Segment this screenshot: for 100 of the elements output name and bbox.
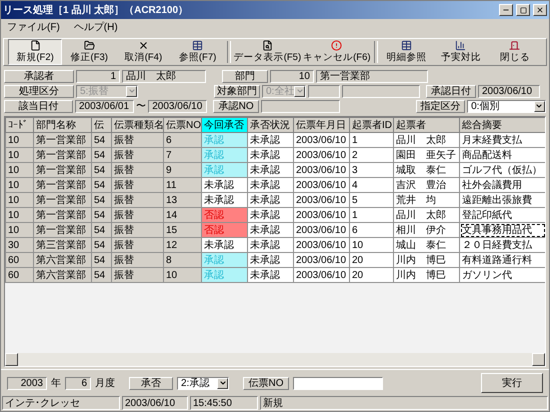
table-cell: 未承認 xyxy=(202,238,248,252)
table-cell: 10 xyxy=(350,238,394,252)
toolbar-button[interactable]: 明細参照 xyxy=(380,39,434,65)
year-unit: 年 xyxy=(51,377,61,390)
table-cell: 2003/06/10 xyxy=(294,222,350,238)
approval-no-field[interactable] xyxy=(260,100,340,112)
menu-item[interactable]: ファイル(F) xyxy=(7,20,60,34)
status-pane: 2003/06/10 xyxy=(122,396,188,410)
table-cell: ２０日経費支払 xyxy=(460,238,545,252)
table-cell: 未承認 xyxy=(202,192,248,208)
table-cell: 60 xyxy=(6,252,34,268)
toolbar-button[interactable]: 修正(F3) xyxy=(62,39,116,65)
field-label: 対象部門 xyxy=(214,84,260,98)
table-cell: 月末経費支払 xyxy=(460,132,545,148)
column-header[interactable]: 起票者ID xyxy=(350,118,394,132)
table-cell: 14 xyxy=(164,208,202,222)
column-header[interactable]: 伝 xyxy=(92,118,112,132)
department-code-field[interactable]: 10 xyxy=(270,70,314,82)
toolbar-button[interactable]: 閉じる xyxy=(488,39,542,65)
toolbar-button[interactable]: キャンセル(F6) xyxy=(302,39,372,65)
column-header[interactable]: 今回承否 xyxy=(202,118,248,132)
toolbar-button[interactable]: データ表示(F5) xyxy=(232,39,302,65)
table-cell: 振替 xyxy=(112,192,164,208)
table-cell: 第一営業部 xyxy=(34,148,92,162)
table-cell: 振替 xyxy=(112,268,164,282)
table-cell: 2003/06/10 xyxy=(294,178,350,192)
minimize-button[interactable] xyxy=(499,4,513,16)
table-cell: 2003/06/10 xyxy=(294,132,350,148)
folder-icon xyxy=(82,40,96,51)
column-header[interactable]: 伝票NO xyxy=(164,118,202,132)
range-separator: 〜 xyxy=(136,100,146,113)
approver-name-field[interactable]: 品川 太郎 xyxy=(122,70,206,82)
designation-dropdown[interactable]: 0:個別 xyxy=(467,100,546,112)
chevron-down-icon xyxy=(296,87,304,95)
maximize-icon xyxy=(520,6,526,14)
table-cell: 承認 xyxy=(202,268,248,282)
table-cell: 文具事務用品代 xyxy=(460,222,545,238)
slip-no-field[interactable] xyxy=(293,376,383,390)
table-cell: 13 xyxy=(164,192,202,208)
table-cell: 10 xyxy=(6,132,34,148)
month-field[interactable]: 6 xyxy=(65,376,91,390)
column-header[interactable]: 起票者 xyxy=(394,118,460,132)
table-cell: 吉沢 豊治 xyxy=(394,178,460,192)
table-cell: 第一営業部 xyxy=(34,222,92,238)
close-button[interactable] xyxy=(533,4,547,16)
table-cell: 7 xyxy=(164,148,202,162)
approval-date-field[interactable]: 2003/06/10 xyxy=(478,84,540,98)
department-name-field[interactable]: 第一営業部 xyxy=(316,70,428,82)
field-label: 指定区分 xyxy=(416,100,466,112)
table-cell: 承認 xyxy=(202,148,248,162)
table-cell: 品川 太郎 xyxy=(394,132,460,148)
close-icon xyxy=(536,6,544,14)
door-icon xyxy=(508,40,522,51)
table-cell: 2 xyxy=(350,148,394,162)
column-header[interactable]: 伝票種類名 xyxy=(112,118,164,132)
field-label: 伝票NO xyxy=(243,376,289,390)
maximize-button[interactable] xyxy=(516,4,530,16)
column-header[interactable]: 部門名称 xyxy=(34,118,92,132)
toolbar-button[interactable]: 参照(F7) xyxy=(170,39,225,65)
column-header[interactable]: ｺｰﾄﾞ xyxy=(6,118,34,132)
table-cell: 10 xyxy=(6,162,34,178)
table-cell: 1 xyxy=(350,208,394,222)
table-cell: 10 xyxy=(6,222,34,238)
table-icon xyxy=(400,40,414,51)
column-header[interactable]: 伝票年月日 xyxy=(294,118,350,132)
toolbar-button[interactable]: 取消(F4) xyxy=(116,39,171,65)
approval-dropdown[interactable]: 2:承認 xyxy=(177,376,229,390)
dropdown-button[interactable] xyxy=(534,100,545,112)
table-cell: 承認 xyxy=(202,252,248,268)
dropdown-button[interactable] xyxy=(217,378,228,388)
column-header[interactable]: 承否状況 xyxy=(248,118,294,132)
table-cell: 否認 xyxy=(202,222,248,238)
column-header[interactable]: 総合摘要 xyxy=(460,118,545,132)
document-search-icon xyxy=(260,40,274,51)
approver-code-field[interactable]: 1 xyxy=(76,70,120,82)
date-from-field[interactable]: 2003/06/01 xyxy=(75,100,134,112)
table-cell: 城取 泰仁 xyxy=(394,162,460,178)
year-field[interactable]: 2003 xyxy=(7,376,47,390)
input-field[interactable] xyxy=(308,84,340,98)
status-pane: インテ･クレッセ xyxy=(2,396,120,410)
table-cell: 5 xyxy=(350,192,394,208)
table-cell: 10 xyxy=(164,268,202,282)
horizontal-scrollbar[interactable] xyxy=(5,353,545,366)
input-field[interactable] xyxy=(342,84,420,98)
date-to-field[interactable]: 2003/06/10 xyxy=(148,100,208,112)
table-cell: 第一営業部 xyxy=(34,162,92,178)
run-button[interactable]: 実行 xyxy=(481,373,543,393)
table-cell: 登記印紙代 xyxy=(460,208,545,222)
table-cell: 30 xyxy=(6,238,34,252)
table-cell: 川内 博巳 xyxy=(394,252,460,268)
table-cell: 2003/06/10 xyxy=(294,238,350,252)
table-cell: 商品配送料 xyxy=(460,148,545,162)
menu-item[interactable]: ヘルプ(H) xyxy=(74,20,118,34)
month-unit: 月度 xyxy=(95,376,115,390)
table-cell: 10 xyxy=(6,148,34,162)
table-cell: ガソリン代 xyxy=(460,268,545,282)
field-label: 該当日付 xyxy=(4,100,73,112)
toolbar-button[interactable]: 新規(F2) xyxy=(8,39,62,65)
toolbar-button[interactable]: 予実対比 xyxy=(434,39,488,65)
table-cell: 2003/06/10 xyxy=(294,208,350,222)
